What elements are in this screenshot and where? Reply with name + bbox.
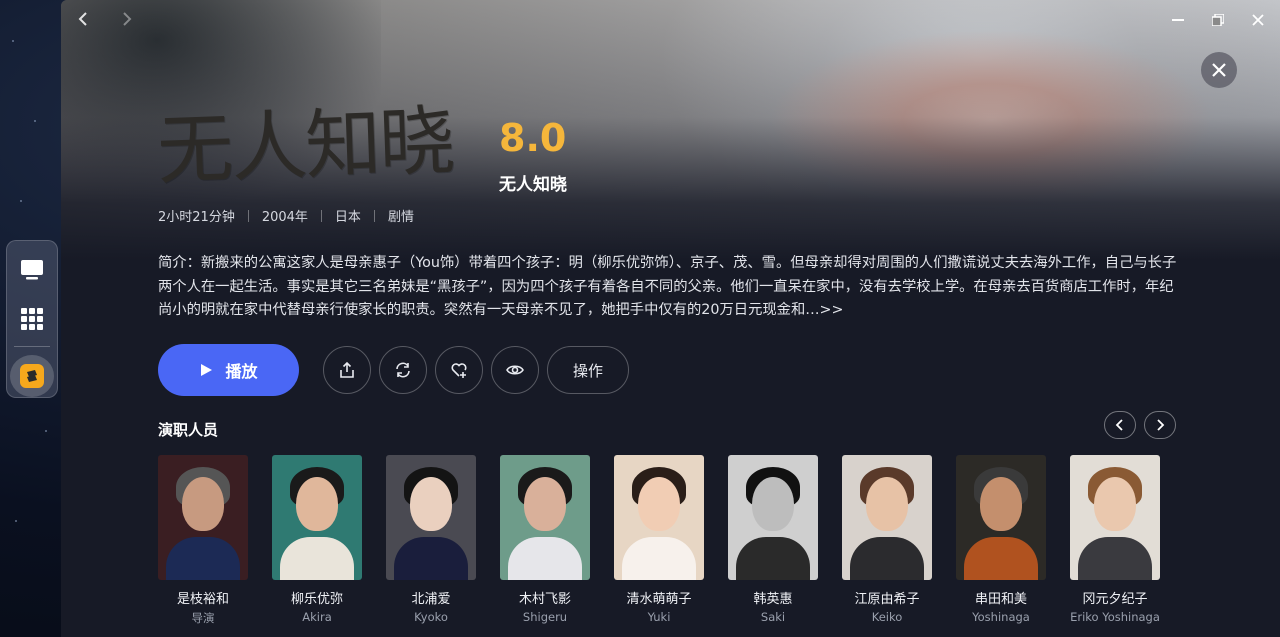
cast-role: Akira xyxy=(302,610,332,624)
cast-photo xyxy=(158,455,248,580)
close-icon xyxy=(1212,63,1226,77)
play-label: 播放 xyxy=(225,362,258,381)
cast-name: 江原由希子 xyxy=(854,592,920,607)
forward-arrow-icon[interactable] xyxy=(121,10,133,33)
close-detail-button[interactable] xyxy=(1201,52,1237,88)
movie-detail-window: 无人知晓 8.0 无人知晓 2小时21分钟 2004年 日本 剧情 简介：新搬来… xyxy=(61,0,1280,637)
share-icon xyxy=(340,361,354,378)
background-star xyxy=(20,200,22,202)
meta-separator xyxy=(320,209,322,222)
meta-separator xyxy=(247,209,249,222)
desktop-icon[interactable] xyxy=(12,249,52,291)
cast-card[interactable]: 冈元夕纪子 Eriko Yoshinaga xyxy=(1070,455,1160,626)
cast-role: Keiko xyxy=(871,610,903,624)
cast-name: 冈元夕纪子 xyxy=(1082,592,1148,607)
genre-text: 剧情 xyxy=(387,210,414,225)
background-star xyxy=(12,40,14,42)
year-text: 2004年 xyxy=(261,210,308,225)
cast-name: 木村飞影 xyxy=(518,592,571,607)
cast-name: 串田和美 xyxy=(974,592,1027,607)
cast-role: Kyoko xyxy=(414,610,448,624)
window-close-icon[interactable] xyxy=(1249,11,1267,29)
cast-card[interactable]: 韩英惠 Saki xyxy=(728,455,818,626)
minimize-icon[interactable] xyxy=(1169,11,1187,29)
cast-card[interactable]: 是枝裕和 导演 xyxy=(158,455,248,626)
background-star xyxy=(45,430,47,432)
cast-photo xyxy=(956,455,1046,580)
cast-photo xyxy=(500,455,590,580)
cast-name: 北浦爱 xyxy=(411,592,451,607)
cast-card[interactable]: 清水萌萌子 Yuki xyxy=(614,455,704,626)
app-grid-icon[interactable] xyxy=(12,297,52,339)
refresh-icon xyxy=(396,362,410,378)
back-arrow-icon[interactable] xyxy=(77,10,89,33)
chevron-left-icon xyxy=(1115,419,1123,431)
background-star xyxy=(15,520,17,522)
cast-role: Eriko Yoshinaga xyxy=(1070,610,1160,624)
cast-prev-button[interactable] xyxy=(1104,411,1136,439)
eye-icon xyxy=(506,365,524,375)
cast-card[interactable]: 北浦爱 Kyoko xyxy=(386,455,476,626)
watched-button[interactable] xyxy=(491,346,539,394)
action-bar: 播放 操作 xyxy=(158,344,629,396)
play-icon xyxy=(201,364,213,376)
play-button[interactable]: 播放 xyxy=(158,344,299,396)
cast-role: Saki xyxy=(760,610,786,624)
movie-title: 无人知晓 xyxy=(499,175,567,195)
country-text: 日本 xyxy=(334,210,361,225)
cast-role: Shigeru xyxy=(522,610,568,624)
cast-role: Yoshinaga xyxy=(972,610,1030,624)
rating-score: 8.0 xyxy=(499,116,567,160)
cast-card[interactable]: 江原由希子 Keiko xyxy=(842,455,932,626)
cast-section-title: 演职人员 xyxy=(158,421,219,439)
cast-name: 韩英惠 xyxy=(753,592,793,607)
favorite-button[interactable] xyxy=(435,346,483,394)
video-app-icon[interactable] xyxy=(10,354,54,397)
share-button[interactable] xyxy=(323,346,371,394)
cast-role: Yuki xyxy=(647,610,671,624)
movie-title-art: 无人知晓 xyxy=(155,95,455,196)
cast-name: 是枝裕和 xyxy=(176,592,229,607)
cast-photo xyxy=(272,455,362,580)
cast-list: 是枝裕和 导演 柳乐优弥 Akira 北浦爱 Kyoko 木村飞影 Shiger… xyxy=(158,455,1160,626)
cast-photo xyxy=(386,455,476,580)
refresh-button[interactable] xyxy=(379,346,427,394)
cast-photo xyxy=(1070,455,1160,580)
desktop-dock xyxy=(6,240,58,398)
chevron-right-icon xyxy=(1157,419,1165,431)
cast-photo xyxy=(842,455,932,580)
heart-plus-icon xyxy=(451,363,467,378)
cast-card[interactable]: 串田和美 Yoshinaga xyxy=(956,455,1046,626)
cast-role: 导演 xyxy=(191,611,215,625)
dock-separator xyxy=(14,345,50,347)
meta-separator xyxy=(373,209,375,222)
cast-next-button[interactable] xyxy=(1144,411,1176,439)
cast-card[interactable]: 木村飞影 Shigeru xyxy=(500,455,590,626)
cast-card[interactable]: 柳乐优弥 Akira xyxy=(272,455,362,626)
synopsis-text[interactable]: 简介：新搬来的公寓这家人是母亲惠子（You饰）带着四个孩子：明（柳乐优弥饰）、京… xyxy=(158,252,1178,323)
cast-photo xyxy=(614,455,704,580)
movie-meta: 2小时21分钟 2004年 日本 剧情 xyxy=(158,206,414,225)
cast-name: 柳乐优弥 xyxy=(290,592,343,607)
cast-photo xyxy=(728,455,818,580)
background-star xyxy=(34,120,36,122)
maximize-icon[interactable] xyxy=(1209,11,1227,29)
duration-text: 2小时21分钟 xyxy=(158,210,235,225)
cast-name: 清水萌萌子 xyxy=(626,592,692,607)
operate-button[interactable]: 操作 xyxy=(547,346,629,394)
